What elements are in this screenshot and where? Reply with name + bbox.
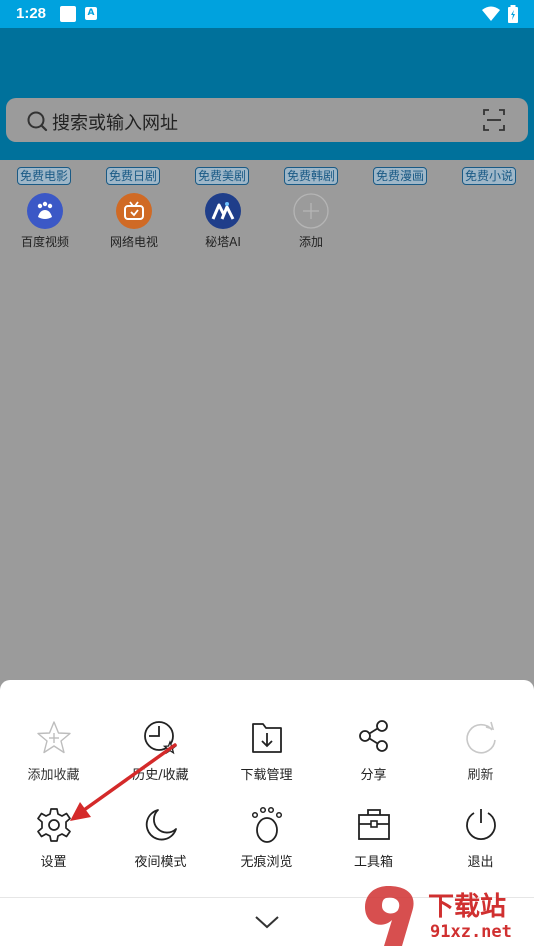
- watermark-domain: 91xz.net: [430, 922, 512, 942]
- menu-refresh[interactable]: 刷新: [427, 718, 534, 798]
- menu-label: 历史/收藏: [132, 768, 189, 783]
- menu-incognito[interactable]: 无痕浏览: [213, 805, 320, 885]
- shortcut-baidu-video[interactable]: 百度视频: [10, 193, 80, 250]
- menu-settings[interactable]: 设置: [0, 805, 107, 885]
- search-input[interactable]: 搜索或输入网址: [52, 109, 178, 135]
- menu-label: 工具箱: [353, 855, 393, 870]
- share-icon: [358, 720, 388, 752]
- tag-free-japanese-drama[interactable]: 免费日剧: [106, 167, 161, 185]
- shortcut-label: 网络电视: [109, 235, 158, 249]
- shortcut-network-tv[interactable]: 网络电视: [99, 193, 169, 250]
- metaso-icon: [205, 193, 241, 229]
- notification-badge-icon: A: [85, 7, 97, 20]
- menu-label: 设置: [40, 855, 67, 870]
- menu-label: 刷新: [467, 768, 494, 783]
- menu-toolbox[interactable]: 工具箱: [320, 805, 427, 885]
- menu-history-bookmarks[interactable]: 历史/收藏: [107, 718, 214, 798]
- baidu-paw-icon: [27, 193, 63, 229]
- menu-add-bookmark[interactable]: 添加收藏: [0, 718, 107, 798]
- wifi-icon: [482, 6, 500, 21]
- menu-label: 无痕浏览: [240, 855, 293, 870]
- watermark-brand: 下载站: [428, 892, 507, 922]
- moon-icon: [145, 809, 177, 841]
- search-bar[interactable]: 搜索或输入网址: [6, 98, 528, 142]
- shortcut-label: 百度视频: [20, 235, 69, 249]
- browser-header: 搜索或输入网址: [0, 28, 534, 160]
- menu-night-mode[interactable]: 夜间模式: [107, 805, 214, 885]
- quick-tags: 免费电影 免费日剧 免费美剧 免费韩剧 免费漫画 免费小说: [0, 167, 534, 187]
- toolbox-icon: [357, 809, 390, 840]
- chevron-down-icon[interactable]: [252, 912, 282, 932]
- menu-exit[interactable]: 退出: [427, 805, 534, 885]
- shortcut-grid: 百度视频 网络电视 秘塔AI 添加: [0, 193, 534, 253]
- paw-icon: [251, 806, 282, 843]
- menu-label: 添加收藏: [27, 768, 80, 783]
- watermark-logo: 下载站 91xz.net: [356, 882, 534, 950]
- tag-free-novels[interactable]: 免费小说: [462, 167, 517, 185]
- refresh-icon: [465, 721, 496, 754]
- tag-free-comics[interactable]: 免费漫画: [373, 167, 428, 185]
- shortcut-label: 添加: [298, 235, 323, 249]
- status-bar: 1:28 A: [0, 0, 534, 28]
- menu-label: 退出: [467, 855, 494, 870]
- menu-label: 分享: [360, 768, 387, 783]
- shortcut-metaso-ai[interactable]: 秘塔AI: [188, 193, 258, 250]
- watermark-emblem-icon: [364, 886, 414, 946]
- tag-free-us-drama[interactable]: 免费美剧: [195, 167, 250, 185]
- menu-download-manager[interactable]: 下载管理: [213, 718, 320, 798]
- tv-icon: [116, 193, 152, 229]
- menu-share[interactable]: 分享: [320, 718, 427, 798]
- menu-label: 下载管理: [240, 768, 293, 783]
- search-icon: [27, 111, 48, 132]
- gear-icon: [36, 808, 71, 842]
- power-icon: [465, 809, 496, 841]
- clock-star-icon: [143, 721, 177, 755]
- plus-circle-icon: [293, 193, 329, 229]
- tag-free-korean-drama[interactable]: 免费韩剧: [284, 167, 339, 185]
- menu-label: 夜间模式: [134, 855, 187, 870]
- scan-icon[interactable]: [483, 109, 505, 131]
- battery-icon: [508, 5, 518, 23]
- download-folder-icon: [251, 723, 282, 753]
- status-time: 1:28: [16, 5, 47, 22]
- star-plus-icon: [36, 721, 71, 754]
- shortcut-label: 秘塔AI: [205, 235, 241, 249]
- shortcut-add[interactable]: 添加: [276, 193, 346, 250]
- notification-icon: [60, 6, 76, 22]
- tag-free-movies[interactable]: 免费电影: [17, 167, 72, 185]
